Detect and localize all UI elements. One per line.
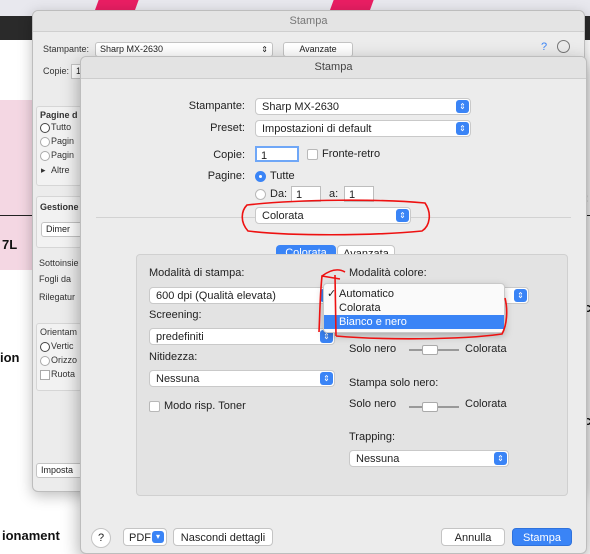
- annotation-bracket: [334, 274, 508, 340]
- annotation-arrow: [318, 269, 346, 333]
- annotation-oval: [241, 199, 431, 236]
- annotation-overlay: [241, 199, 508, 340]
